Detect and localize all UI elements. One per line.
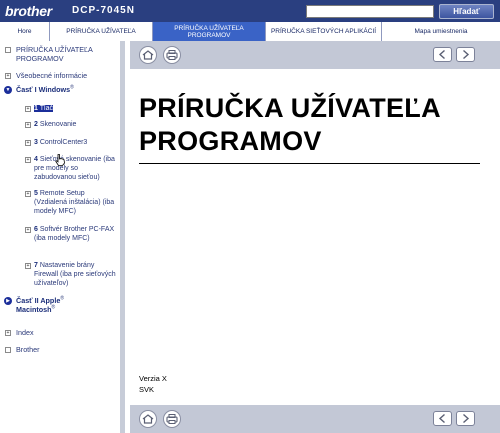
printer-icon[interactable] [163,46,181,64]
home-icon[interactable] [139,410,157,428]
sidebar-item-chapter-1[interactable]: 1 Tlač [34,104,119,113]
part1-label: Časť I Windows [16,85,71,94]
arrow-right-icon[interactable] [456,47,475,62]
chapter-label: Tlač [39,105,53,112]
title-line-2: PROGRAMOV [139,126,322,156]
sidebar-item-brother[interactable]: Brother [16,345,116,354]
chapter-number: 1 [34,105,38,112]
part2-label-b: Macintosh [16,305,52,314]
arrow-right-icon[interactable] [456,411,475,426]
collapsed-arrow-icon[interactable]: ▶ [4,297,12,305]
chapter-number: 4 [34,156,38,163]
expand-plus-icon[interactable]: + [5,330,11,336]
tab-sitemap[interactable]: Mapa umiestnenia [382,22,500,41]
model-name: DCP-7045N [72,5,135,16]
sidebar-item-chapter-2[interactable]: 2 Skenovanie [34,120,119,129]
tab-network-guide[interactable]: PRÍRUČKA SIEŤOVÝCH APLIKÁCIÍ [266,22,382,41]
tab-home[interactable]: Hore [0,22,50,41]
arrow-left-icon[interactable] [433,47,452,62]
expand-plus-icon[interactable]: + [25,140,31,146]
sidebar-item-part1[interactable]: Časť I Windows® [16,85,116,94]
chapter-number: 6 [34,226,38,233]
chapter-label: ControlCenter3 [39,139,88,146]
chapter-number: 5 [34,190,38,197]
expand-plus-icon[interactable]: + [25,263,31,269]
expand-plus-icon[interactable]: + [25,157,31,163]
sidebar-toc: PRÍRUČKA UŽÍVATEĽA PROGRAMOV + Všeobecné… [0,41,125,433]
expand-plus-icon[interactable]: + [25,191,31,197]
printer-icon[interactable] [163,410,181,428]
home-icon[interactable] [139,46,157,64]
sidebar-item-chapter-7[interactable]: 7 Nastavenie brány Firewall (iba pre sie… [34,261,119,288]
top-header-bar: brother DCP-7045N Hľadať [0,0,500,22]
chapter-number: 7 [34,262,38,269]
chapter-number: 2 [34,121,38,128]
tab-user-guide[interactable]: PRÍRUČKA UŽÍVATEĽA [50,22,153,41]
chapter-label: Skenovanie [39,121,77,128]
arrow-left-icon[interactable] [433,411,452,426]
sidebar-item-chapter-4[interactable]: 4 Sieťové skenovanie (iba pre modely so … [34,155,119,182]
top-navigation-bar [130,41,500,69]
search-input[interactable] [306,5,434,18]
expand-plus-icon[interactable]: + [25,122,31,128]
expanded-arrow-icon[interactable]: ▼ [4,86,12,94]
sidebar-item-chapter-6[interactable]: 6 Softvér Brother PC-FAX (iba modely MFC… [34,225,119,243]
page-title: PRÍRUČKA UŽÍVATEĽA PROGRAMOV [139,92,489,158]
sidebar-item-general[interactable]: Všeobecné informácie [16,71,116,80]
sidebar-item-index[interactable]: Index [16,328,116,337]
document-content: PRÍRUČKA UŽÍVATEĽA PROGRAMOV Verzia X SV… [130,41,500,433]
chapter-label: Nastavenie brány Firewall (iba pre sieťo… [34,262,116,287]
chapter-label: Sieťové skenovanie (iba pre modely so za… [34,156,115,181]
tab-software-guide[interactable]: PRÍRUČKA UŽÍVATEĽA PROGRAMOV [153,22,266,41]
sidebar-item-part2[interactable]: Časť II Apple® Macintosh® [16,296,116,314]
expand-plus-icon[interactable]: + [5,73,11,79]
page-square-icon [5,347,11,353]
title-line-1: PRÍRUČKA UŽÍVATEĽA [139,93,441,123]
brother-logo[interactable]: brother [5,3,52,19]
chapter-label: Remote Setup (Vzdialená inštalácia) (iba… [34,190,115,215]
chapter-number: 3 [34,139,38,146]
main-tabs: Hore PRÍRUČKA UŽÍVATEĽA PRÍRUČKA UŽÍVATE… [0,22,500,41]
part2-sup-b: ® [51,304,56,311]
expand-plus-icon[interactable]: + [25,106,31,112]
part2-sup-a: ® [60,295,65,302]
title-divider [139,163,480,164]
chapter-label: Softvér Brother PC-FAX (iba modely MFC) [34,226,115,242]
hand-cursor-icon [55,154,65,166]
bottom-navigation-bar [130,405,500,433]
expand-plus-icon[interactable]: + [25,227,31,233]
sidebar-item-chapter-3[interactable]: 3 ControlCenter3 [34,138,119,147]
language-label: SVK [139,385,155,394]
sidebar-item-chapter-5[interactable]: 5 Remote Setup (Vzdialená inštalácia) (i… [34,189,119,216]
version-label: Verzia X [139,374,167,383]
search-button[interactable]: Hľadať [439,4,494,19]
part1-sup: ® [70,84,74,91]
sidebar-item-root[interactable]: PRÍRUČKA UŽÍVATEĽA PROGRAMOV [16,45,116,63]
page-square-icon [5,47,11,53]
